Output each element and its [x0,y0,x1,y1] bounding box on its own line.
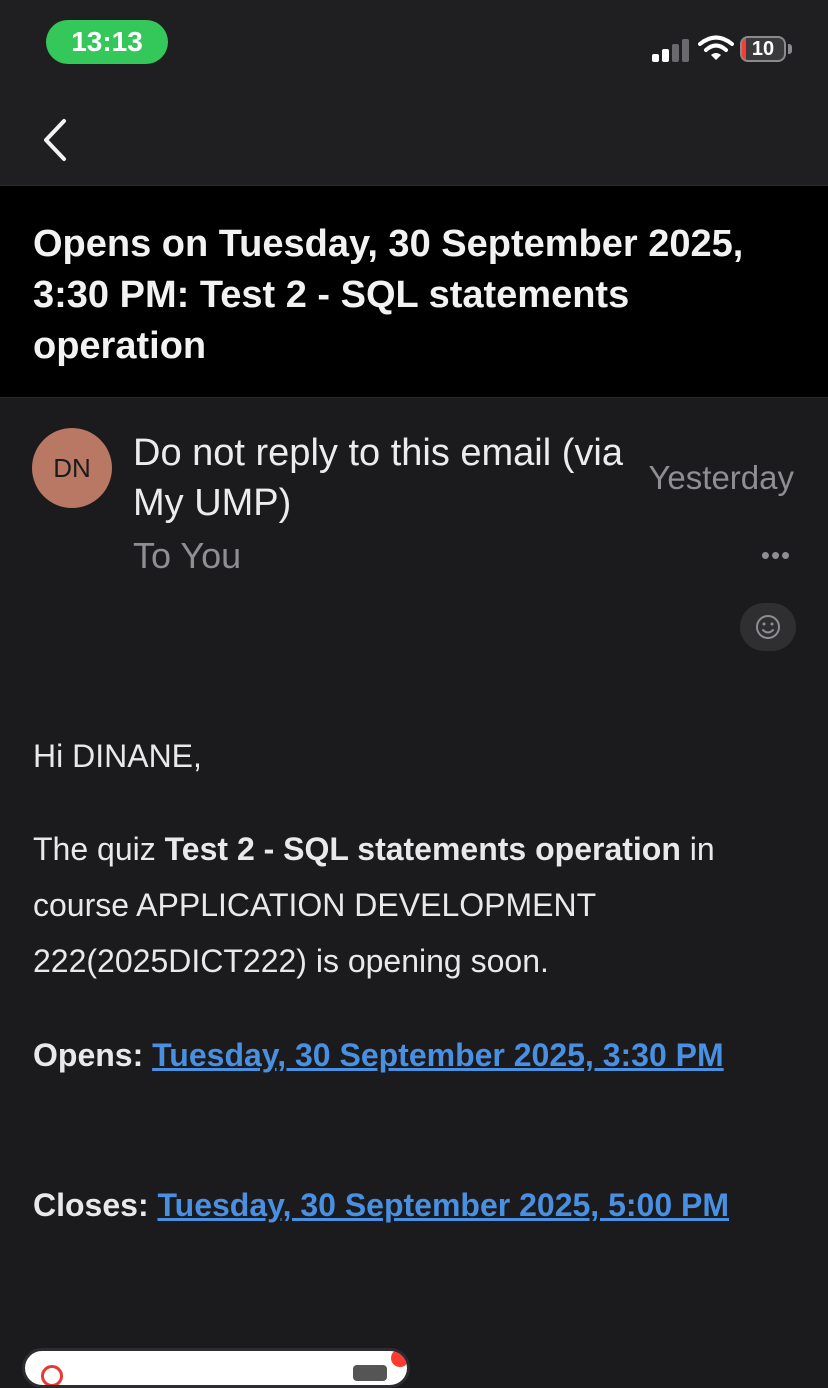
email-intro-paragraph: The quiz Test 2 - SQL statements operati… [33,821,803,989]
chevron-left-icon [44,119,66,161]
wifi-icon [698,35,734,60]
closes-label: Closes: [33,1187,149,1223]
back-button[interactable] [28,112,84,168]
floating-browser-overlay[interactable] [22,1348,410,1388]
opens-line: Opens: Tuesday, 30 September 2025, 3:30 … [33,1027,803,1083]
subject-banner: Opens on Tuesday, 30 September 2025, 3:3… [0,185,828,398]
cellular-signal-icon [652,38,692,62]
more-options-button[interactable]: ••• [758,540,794,570]
closes-line: Closes: Tuesday, 30 September 2025, 5:00… [33,1177,803,1233]
email-subject: Opens on Tuesday, 30 September 2025, 3:3… [33,223,744,367]
sender-name[interactable]: Do not reply to this email (via My UMP) [133,428,623,528]
navigation-bar [0,90,828,185]
sender-avatar[interactable]: DN [32,428,112,508]
emoji-smile-icon [756,615,780,639]
stop-icon [41,1365,63,1385]
recipient-line[interactable]: To You [133,532,241,580]
email-greeting: Hi DINANE, [33,738,202,774]
notification-dot [391,1351,407,1367]
quiz-name: Test 2 - SQL statements operation [164,831,681,867]
email-date: Yesterday [648,459,794,496]
battery-level-text: 10 [751,38,775,60]
status-bar: 13:13 10 [0,0,828,90]
tab-icon [353,1365,387,1381]
intro-text: The quiz [33,831,165,867]
closes-date-link[interactable]: Tuesday, 30 September 2025, 5:00 PM [157,1187,729,1223]
status-time[interactable]: 13:13 [46,20,168,64]
reaction-button[interactable] [740,603,796,651]
battery-cap [788,44,792,54]
battery-icon: 10 [740,36,786,62]
opens-label: Opens: [33,1037,144,1073]
opens-date-link[interactable]: Tuesday, 30 September 2025, 3:30 PM [152,1037,724,1073]
more-horizontal-icon: ••• [760,540,792,570]
